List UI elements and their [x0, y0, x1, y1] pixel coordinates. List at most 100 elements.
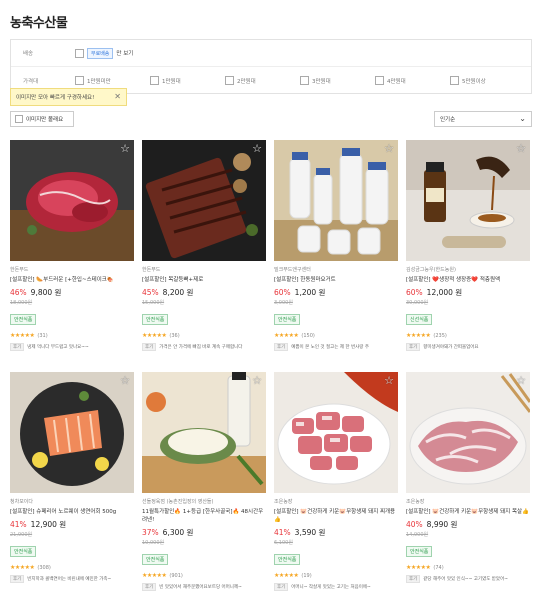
product-card[interactable]: ☆ 김성금그능우(한드농원) [설프할인] ❤️생장적 생장증❤️ 적층원액 6…	[406, 140, 530, 351]
price-option-0[interactable]: 1만원미만	[75, 76, 150, 85]
page-title: 농축수산물	[10, 16, 68, 31]
free-delivery-badge: 무료배송	[87, 47, 114, 59]
chevron-down-icon: ⌄	[519, 113, 526, 123]
original-price: 10,000원	[142, 540, 165, 546]
sort-selected-value: 인기순	[440, 117, 456, 123]
product-card[interactable]: ☆ 선돌정육점 (농촌진입장의 영산들) 11월특가할인🔥 1+등급 [한우사골…	[142, 372, 266, 591]
review-snippet[interactable]: 후기 향미생겨야돼가 간떠올업어요	[406, 343, 530, 351]
favorite-icon[interactable]: ☆	[120, 143, 130, 154]
rating: ★★★★★ (31)	[10, 332, 134, 339]
rating: ★★★★★ (74)	[406, 564, 530, 571]
safety-badge: 안전식품	[10, 314, 37, 325]
original-price: 6,100원	[274, 540, 293, 546]
price-option-1[interactable]: 1만원대	[150, 76, 225, 85]
favorite-icon[interactable]: ☆	[516, 143, 526, 154]
favorite-icon[interactable]: ☆	[252, 143, 262, 154]
favorite-icon[interactable]: ☆	[384, 143, 394, 154]
safety-badge: 안전식품	[142, 314, 169, 325]
product-name[interactable]: [설프할인] 목갈등뼈+제로	[142, 276, 266, 284]
price-option-label: 1만원대	[162, 78, 181, 85]
product-image[interactable]: ☆	[274, 140, 398, 261]
grilled-ribs-image	[142, 140, 266, 261]
discount-rate: 37%	[142, 528, 159, 537]
product-name[interactable]: [설프할인] ❤️생장적 생장증❤️ 적층원액	[406, 276, 530, 284]
favorite-icon[interactable]: ☆	[516, 375, 526, 386]
favorite-icon[interactable]: ☆	[120, 375, 130, 386]
product-name[interactable]: [설프할인] 한동원마요거트	[274, 276, 398, 284]
review-text: 가격은 안 가격에 빠짐 바로 계속 구매합니다	[159, 345, 243, 350]
review-tag: 후기	[142, 583, 157, 591]
product-card[interactable]: ☆ 한돈푸드 [설프할인] 🌭부드러운 [+한입~스테이크🍖 46% 9,800 …	[10, 140, 134, 351]
product-image[interactable]: ☆	[274, 372, 398, 493]
product-image[interactable]: ☆	[142, 140, 266, 261]
product-card[interactable]: ☆ 밀크푸드앤구센터 [설프할인] 한동원마요거트 60% 1,200 원 3,0…	[274, 140, 398, 351]
review-tag: 후기	[274, 343, 289, 351]
close-icon[interactable]: ✕	[114, 92, 121, 101]
syrup-pouring-image	[406, 140, 530, 261]
rating-count: (308)	[37, 564, 51, 571]
price-checkbox[interactable]	[375, 76, 384, 85]
product-vendor: 밀크푸드앤구센터	[274, 267, 311, 273]
price-option-4[interactable]: 4만원대	[375, 76, 450, 85]
review-tag: 후기	[406, 343, 421, 351]
product-vendor: 조은농장	[406, 499, 425, 505]
product-image[interactable]: ☆	[10, 372, 134, 493]
sale-price: 8,990 원	[426, 520, 458, 529]
product-image[interactable]: ☆	[142, 372, 266, 493]
price-checkbox[interactable]	[225, 76, 234, 85]
product-name[interactable]: 11월특가할인🔥 1+등급 [한우사골국]🔥 48시간우려낸!	[142, 508, 266, 524]
price-option-label: 5만원이상	[462, 78, 486, 85]
price-line: 60% 1,200 원	[274, 287, 398, 298]
product-name[interactable]: [설프할인] 🐷건강하게 키운🐷무항생제 돼지 목살👍	[406, 508, 530, 516]
price-checkbox[interactable]	[450, 76, 459, 85]
rating-stars: ★★★★★	[406, 564, 431, 571]
product-vendor: 김성금그능우(한드농원)	[406, 267, 456, 273]
product-name[interactable]: [설프할인] 🐷건강하게 키운🐷무항생제 돼지 찌개용👍	[274, 508, 398, 524]
price-checkbox[interactable]	[150, 76, 159, 85]
product-card[interactable]: ☆ 청차모이다 [설프할인] 슈페리어 노르웨이 생연어회 500g 41% 12…	[10, 372, 134, 583]
product-card[interactable]: ☆ 조은농장 [설프할인] 🐷건강하게 키운🐷무항생제 돼지 찌개용👍 41% 3…	[274, 372, 398, 591]
original-price: 30,000원	[406, 300, 429, 306]
review-snippet[interactable]: 후기 가격은 안 가격에 빠짐 바로 계속 구매합니다	[142, 343, 266, 351]
image-only-checkbox[interactable]	[15, 115, 23, 123]
product-card[interactable]: ☆ 한돈푸드 [설프할인] 목갈등뼈+제로 45% 8,200 원 15,000원…	[142, 140, 266, 351]
product-image[interactable]: ☆	[10, 140, 134, 261]
product-image[interactable]: ☆	[406, 372, 530, 493]
review-snippet[interactable]: 후기 냉제 먹니다 부드럽고 맛나요~~	[10, 343, 134, 351]
price-option-5[interactable]: 5만원이상	[450, 76, 525, 85]
product-vendor: 한돈푸드	[10, 267, 29, 273]
review-snippet[interactable]: 후기 예쁨이 본 노인 것 절고는 제 한 번사랑 주	[274, 343, 398, 351]
price-filter-label: 가격대	[23, 78, 39, 85]
rating-count: (36)	[169, 332, 180, 339]
favorite-icon[interactable]: ☆	[384, 375, 394, 386]
review-text: 빈지학과 콜백연어는 비린내에 예민한 가족~	[27, 577, 112, 582]
product-vendor: 청차모이다	[10, 499, 34, 505]
favorite-icon[interactable]: ☆	[252, 375, 262, 386]
price-line: 37% 6,300 원	[142, 527, 266, 538]
product-name[interactable]: [설프할인] 슈페리어 노르웨이 생연어회 500g	[10, 508, 134, 516]
review-text: 향미생겨야돼가 간떠올업어요	[423, 345, 479, 350]
price-line: 41% 3,590 원	[274, 527, 398, 538]
safety-badge: 안전식품	[10, 546, 37, 557]
safety-badge: 안전식품	[406, 546, 433, 557]
price-option-3[interactable]: 3만원대	[300, 76, 375, 85]
review-snippet[interactable]: 후기 어머니~ 작살게 맛있는 고기는 처음이에~	[274, 583, 398, 591]
sale-price: 1,200 원	[294, 288, 326, 297]
original-price: 18,000원	[10, 300, 33, 306]
product-name[interactable]: [설프할인] 🌭부드러운 [+한입~스테이크🍖	[10, 276, 134, 284]
price-checkbox[interactable]	[300, 76, 309, 85]
image-only-toggle[interactable]: 이미지만 볼래요	[10, 111, 74, 127]
review-tag: 후기	[406, 575, 421, 583]
tooltip-text: 이미지만 모아 빠르게 구경하세요!	[16, 95, 95, 101]
review-text: 같당 해주어 맛있 인식~~ 고기였도 받았어~	[423, 577, 508, 582]
review-snippet[interactable]: 후기 같당 해주어 맛있 인식~~ 고기였도 받았어~	[406, 575, 530, 583]
price-checkbox[interactable]	[75, 76, 84, 85]
price-option-2[interactable]: 2만원대	[225, 76, 300, 85]
free-delivery-checkbox[interactable]	[75, 48, 84, 58]
sort-select[interactable]: 인기순 ⌄	[434, 111, 532, 127]
product-card[interactable]: ☆ 조은농장 [설프할인] 🐷건강하게 키운🐷무항생제 돼지 목살👍 40% 8,…	[406, 372, 530, 583]
price-line: 60% 12,000 원	[406, 287, 530, 298]
product-image[interactable]: ☆	[406, 140, 530, 261]
review-snippet[interactable]: 후기 빈 맛있어서 재주문했어요보트당 어머니께~	[142, 583, 266, 591]
review-snippet[interactable]: 후기 빈지학과 콜백연어는 비린내에 예민한 가족~	[10, 575, 134, 583]
